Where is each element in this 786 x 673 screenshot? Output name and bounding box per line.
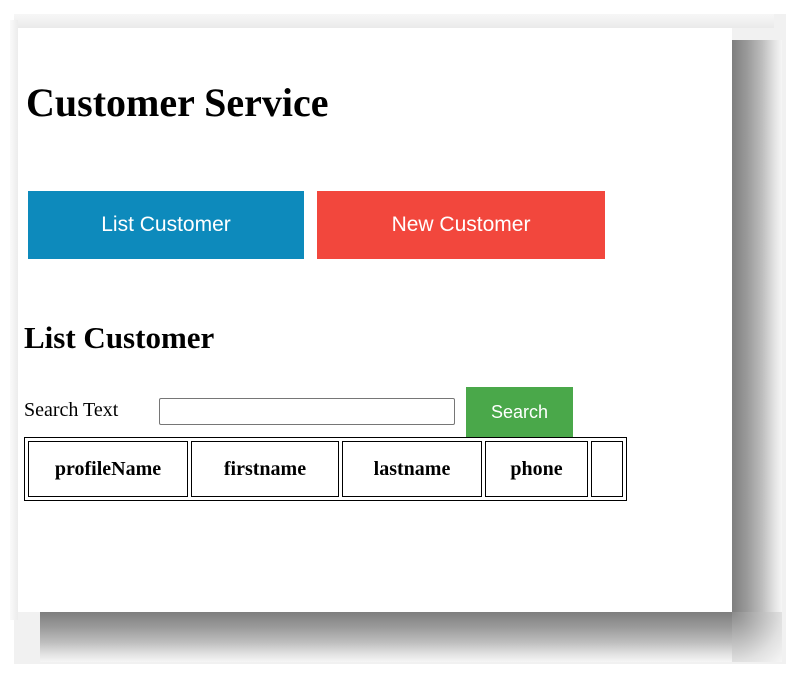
column-header-actions [591, 441, 623, 497]
column-header-profilename: profileName [28, 441, 188, 497]
column-header-firstname: firstname [191, 441, 339, 497]
page-title: Customer Service [26, 80, 329, 125]
section-title: List Customer [24, 320, 215, 355]
search-button[interactable]: Search [466, 387, 573, 437]
window-shadow-top [14, 14, 774, 28]
new-customer-button[interactable]: New Customer [317, 191, 605, 259]
window-shadow-corner [732, 612, 782, 662]
customer-table-container: profileName firstname lastname phone [24, 437, 627, 501]
page-content: Customer Service List Customer New Custo… [18, 28, 732, 612]
table-header-row: profileName firstname lastname phone [28, 441, 623, 497]
table-header: profileName firstname lastname phone [28, 441, 623, 497]
search-label: Search Text [24, 399, 119, 421]
window-shadow-left [10, 20, 18, 620]
customer-table: profileName firstname lastname phone [24, 437, 627, 501]
column-header-lastname: lastname [342, 441, 482, 497]
window-shadow-bottom [40, 612, 782, 662]
column-header-phone: phone [485, 441, 588, 497]
search-input[interactable] [159, 398, 455, 425]
window-shadow-right [732, 40, 782, 655]
list-customer-button[interactable]: List Customer [28, 191, 304, 259]
